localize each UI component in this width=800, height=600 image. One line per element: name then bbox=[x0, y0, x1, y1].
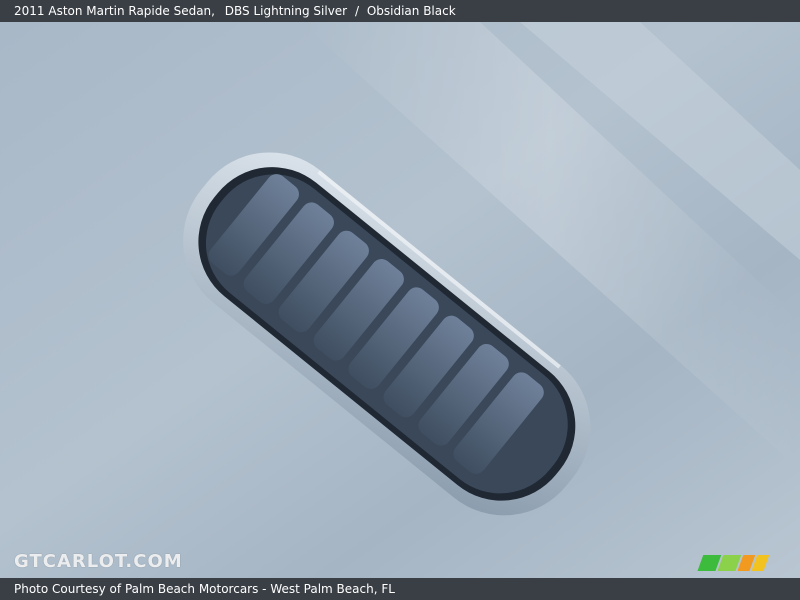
vehicle-title: 2011 Aston Martin Rapide Sedan, bbox=[14, 4, 215, 18]
watermark-text: GTCARLOT.COM bbox=[14, 551, 183, 572]
caption-separator: / bbox=[354, 4, 359, 18]
vehicle-color: DBS Lightning Silver bbox=[224, 4, 348, 18]
vehicle-interior: Obsidian Black bbox=[366, 4, 456, 18]
caption-bar: 2011 Aston Martin Rapide Sedan, DBS Ligh… bbox=[0, 0, 800, 22]
vent-photo-illustration bbox=[0, 22, 800, 578]
photo-credit: Photo Courtesy of Palm Beach Motorcars -… bbox=[14, 582, 395, 596]
gtcarlot-logo-icon bbox=[697, 555, 770, 571]
car-photo bbox=[0, 22, 800, 578]
photo-credit-bar: Photo Courtesy of Palm Beach Motorcars -… bbox=[0, 578, 800, 600]
